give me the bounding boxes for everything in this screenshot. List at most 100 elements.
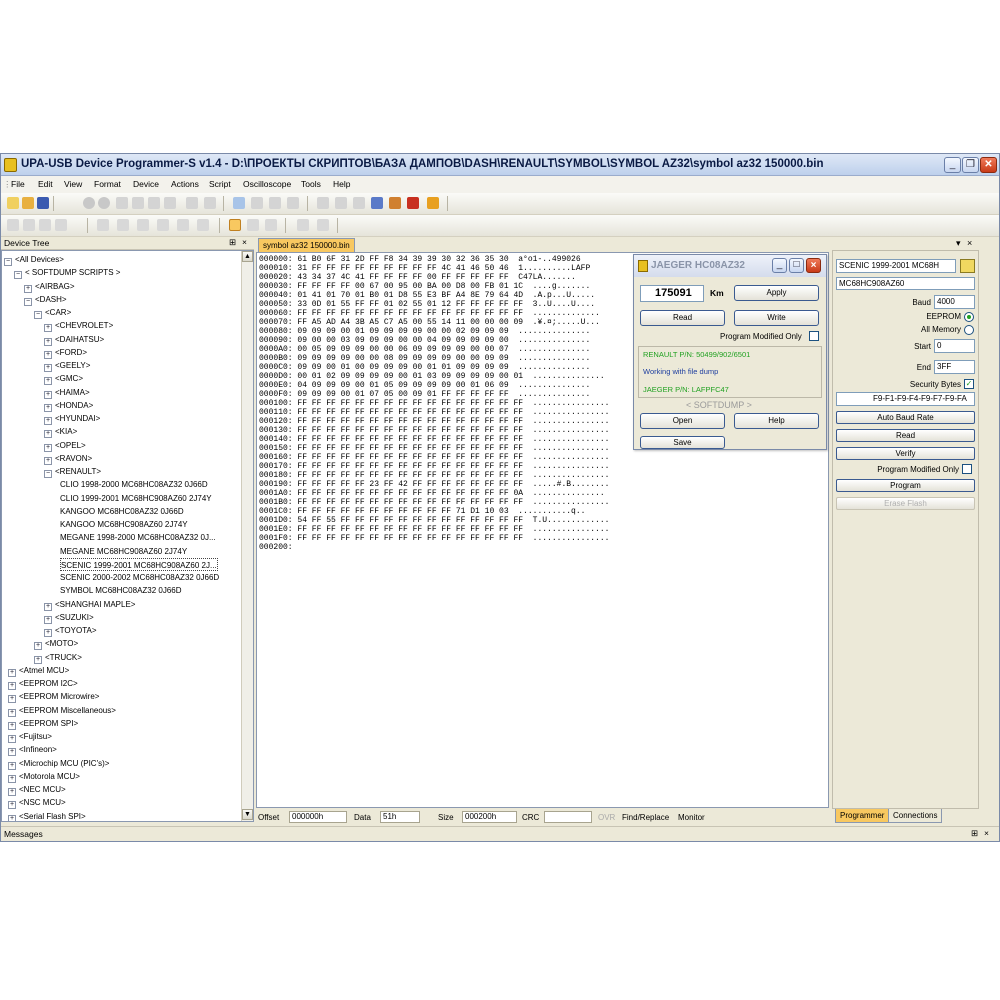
expand-icon[interactable]: + [44,629,52,637]
menu-device[interactable]: Device [133,179,159,189]
menu-view[interactable]: View [64,179,82,189]
hex-row[interactable]: 000070: FF A5 AD A4 3B A5 C7 A5 00 55 14… [259,318,600,327]
tree-node[interactable]: SCENIC 1999-2001 MC68HC908AZ60 2J... [60,557,218,571]
align-center-icon[interactable] [137,219,149,231]
align-right-icon[interactable] [157,219,169,231]
expand-icon[interactable]: + [44,456,52,465]
columns-icon[interactable] [177,219,189,231]
maximize-button[interactable]: ❐ [962,157,979,173]
tree-node[interactable]: + <TRUCK> [34,651,82,664]
dialog-close-button[interactable]: × [806,258,821,273]
expand-icon[interactable]: + [44,377,52,386]
collapse-icon[interactable]: − [14,271,22,280]
dialog-maximize-button[interactable]: □ [789,258,804,273]
tree-node[interactable]: + <Serial Flash SPI> [8,810,86,821]
collapse-icon[interactable]: − [44,470,52,478]
copy-icon[interactable] [132,197,144,209]
delete-icon[interactable] [164,197,176,209]
hex-row[interactable]: 000030: FF FF FF FF 00 67 00 95 00 BA 00… [259,282,590,291]
end-field[interactable]: 3FF [934,360,975,374]
erase-flash-button[interactable]: Erase Flash [836,497,975,510]
device-icon[interactable] [335,197,347,209]
tree-node[interactable]: + <HAIMA> [44,386,90,399]
compare-icon[interactable] [287,197,299,209]
tree-node[interactable]: + <AIRBAG> [24,280,75,293]
eeprom-radio[interactable] [964,312,974,322]
menu-help[interactable]: Help [333,179,350,189]
tree-node[interactable]: SYMBOL MC68HC08AZ32 0J66D [60,584,182,597]
hex-row[interactable]: 0001A0: FF FF FF FF FF FF FF FF FF FF FF… [259,489,605,498]
expand-icon[interactable]: + [8,814,16,821]
tree-node[interactable]: + <Fujitsu> [8,730,52,743]
tree-node[interactable]: − < SOFTDUMP SCRIPTS > [14,266,120,280]
hex-row[interactable]: 000040: 01 41 01 70 01 B0 01 D8 55 E3 BF… [259,291,595,300]
dialog-write-button[interactable]: Write [734,310,819,326]
hex-row[interactable]: 000050: 33 0D 01 55 FF FF 01 02 55 01 12… [259,300,595,309]
collapse-icon[interactable]: − [24,297,32,306]
zoom-icon[interactable] [39,219,51,231]
hex-row[interactable]: 000170: FF FF FF FF FF FF FF FF FF FF FF… [259,462,609,471]
tree-node[interactable]: + <DAIHATSU> [44,333,104,346]
hex-row[interactable]: 0000A0: 00 05 09 09 09 00 00 06 09 09 09… [259,345,590,354]
tree-node[interactable]: − <RENAULT> [44,465,101,478]
grid-icon[interactable] [97,219,109,231]
tab-symbol-az32[interactable]: symbol az32 150000.bin [258,238,355,252]
hex-row[interactable]: 000110: FF FF FF FF FF FF FF FF FF FF FF… [259,408,609,417]
write-disabled-icon[interactable] [98,197,110,209]
hex-row[interactable]: 000080: 09 09 09 00 01 09 09 09 09 00 00… [259,327,590,336]
menu-file[interactable]: File [11,179,25,189]
expand-icon[interactable]: + [8,735,16,743]
expand-icon[interactable]: + [44,350,52,359]
expand-icon[interactable]: + [8,788,16,796]
expand-icon[interactable]: + [8,774,16,783]
settings-icon[interactable] [371,197,383,209]
expand-icon[interactable]: + [44,443,52,452]
expand-icon[interactable]: + [44,337,52,346]
expand-icon[interactable]: + [8,682,16,690]
expand-icon[interactable]: + [8,708,16,717]
tree-node[interactable]: + <EEPROM Microwire> [8,690,99,704]
dialog-minimize-button[interactable]: _ [772,258,787,273]
tree-node[interactable]: + <Atmel MCU> [8,664,69,677]
export-icon[interactable] [251,197,263,209]
expand-icon[interactable]: + [44,615,52,624]
tree-node[interactable]: + <Infineon> [8,743,57,757]
read-button[interactable]: Read [836,429,975,442]
tree-node[interactable]: + <SHANGHAI MAPLE> [44,598,135,611]
expand-icon[interactable]: + [8,801,16,810]
tree-node[interactable]: + <HONDA> [44,399,93,412]
tab-connections[interactable]: Connections [888,809,943,823]
replace-icon[interactable] [204,197,216,209]
collapse-icon[interactable]: − [34,311,42,319]
script-icon[interactable] [317,197,329,209]
hex-row[interactable]: 0000C0: 09 09 00 01 00 09 09 09 00 01 01… [259,363,590,372]
expand-icon[interactable]: + [44,430,52,439]
tree-node[interactable]: − <DASH> [24,293,67,306]
apply-button[interactable]: Apply [734,285,819,301]
dialog-open-button[interactable]: Open [640,413,725,429]
hex-row[interactable]: 000000: 61 B0 6F 31 2D FF F8 34 39 39 30… [259,255,581,264]
hex-row[interactable]: 000010: 31 FF FF FF FF FF FF FF FF FF 4C… [259,264,590,273]
hex-row[interactable]: 0000F0: 09 09 09 00 01 07 05 00 09 01 FF… [259,390,590,399]
expand-icon[interactable]: + [44,390,52,399]
menu-tools[interactable]: Tools [301,179,321,189]
tree-node[interactable]: + <NSC MCU> [8,796,66,810]
km-input[interactable]: 175091 [640,285,704,302]
tree-node[interactable]: CLIO 1998-2000 MC68HC08AZ32 0J66D [60,478,208,491]
menu-actions[interactable]: Actions [171,179,199,189]
tree-node[interactable]: + <MOTO> [34,637,78,651]
hex-row[interactable]: 000090: 09 00 00 03 09 09 09 00 00 04 09… [259,336,590,345]
dialog-save-button[interactable]: Save [640,436,725,449]
monitor-button[interactable]: Monitor [678,813,705,822]
hex-row[interactable]: 0001D0: 54 FF 55 FF FF FF FF FF FF FF FF… [259,516,609,525]
tree-node[interactable]: + <EEPROM SPI> [8,717,78,730]
close-button[interactable]: ✕ [980,157,997,173]
tree-node[interactable]: + <FORD> [44,346,87,359]
stop-icon[interactable] [317,219,329,231]
tree-scrollbar[interactable]: ▲ ▼ [241,251,253,821]
hex-row[interactable]: 000150: FF FF FF FF FF FF FF FF FF FF FF… [259,444,609,453]
tab-menu-icon[interactable]: ▾ [956,238,961,249]
arrow-right-icon[interactable] [297,219,309,231]
tab-programmer[interactable]: Programmer [835,809,890,823]
hex-row[interactable]: 0001F0: FF FF FF FF FF FF FF FF FF FF FF… [259,534,609,543]
